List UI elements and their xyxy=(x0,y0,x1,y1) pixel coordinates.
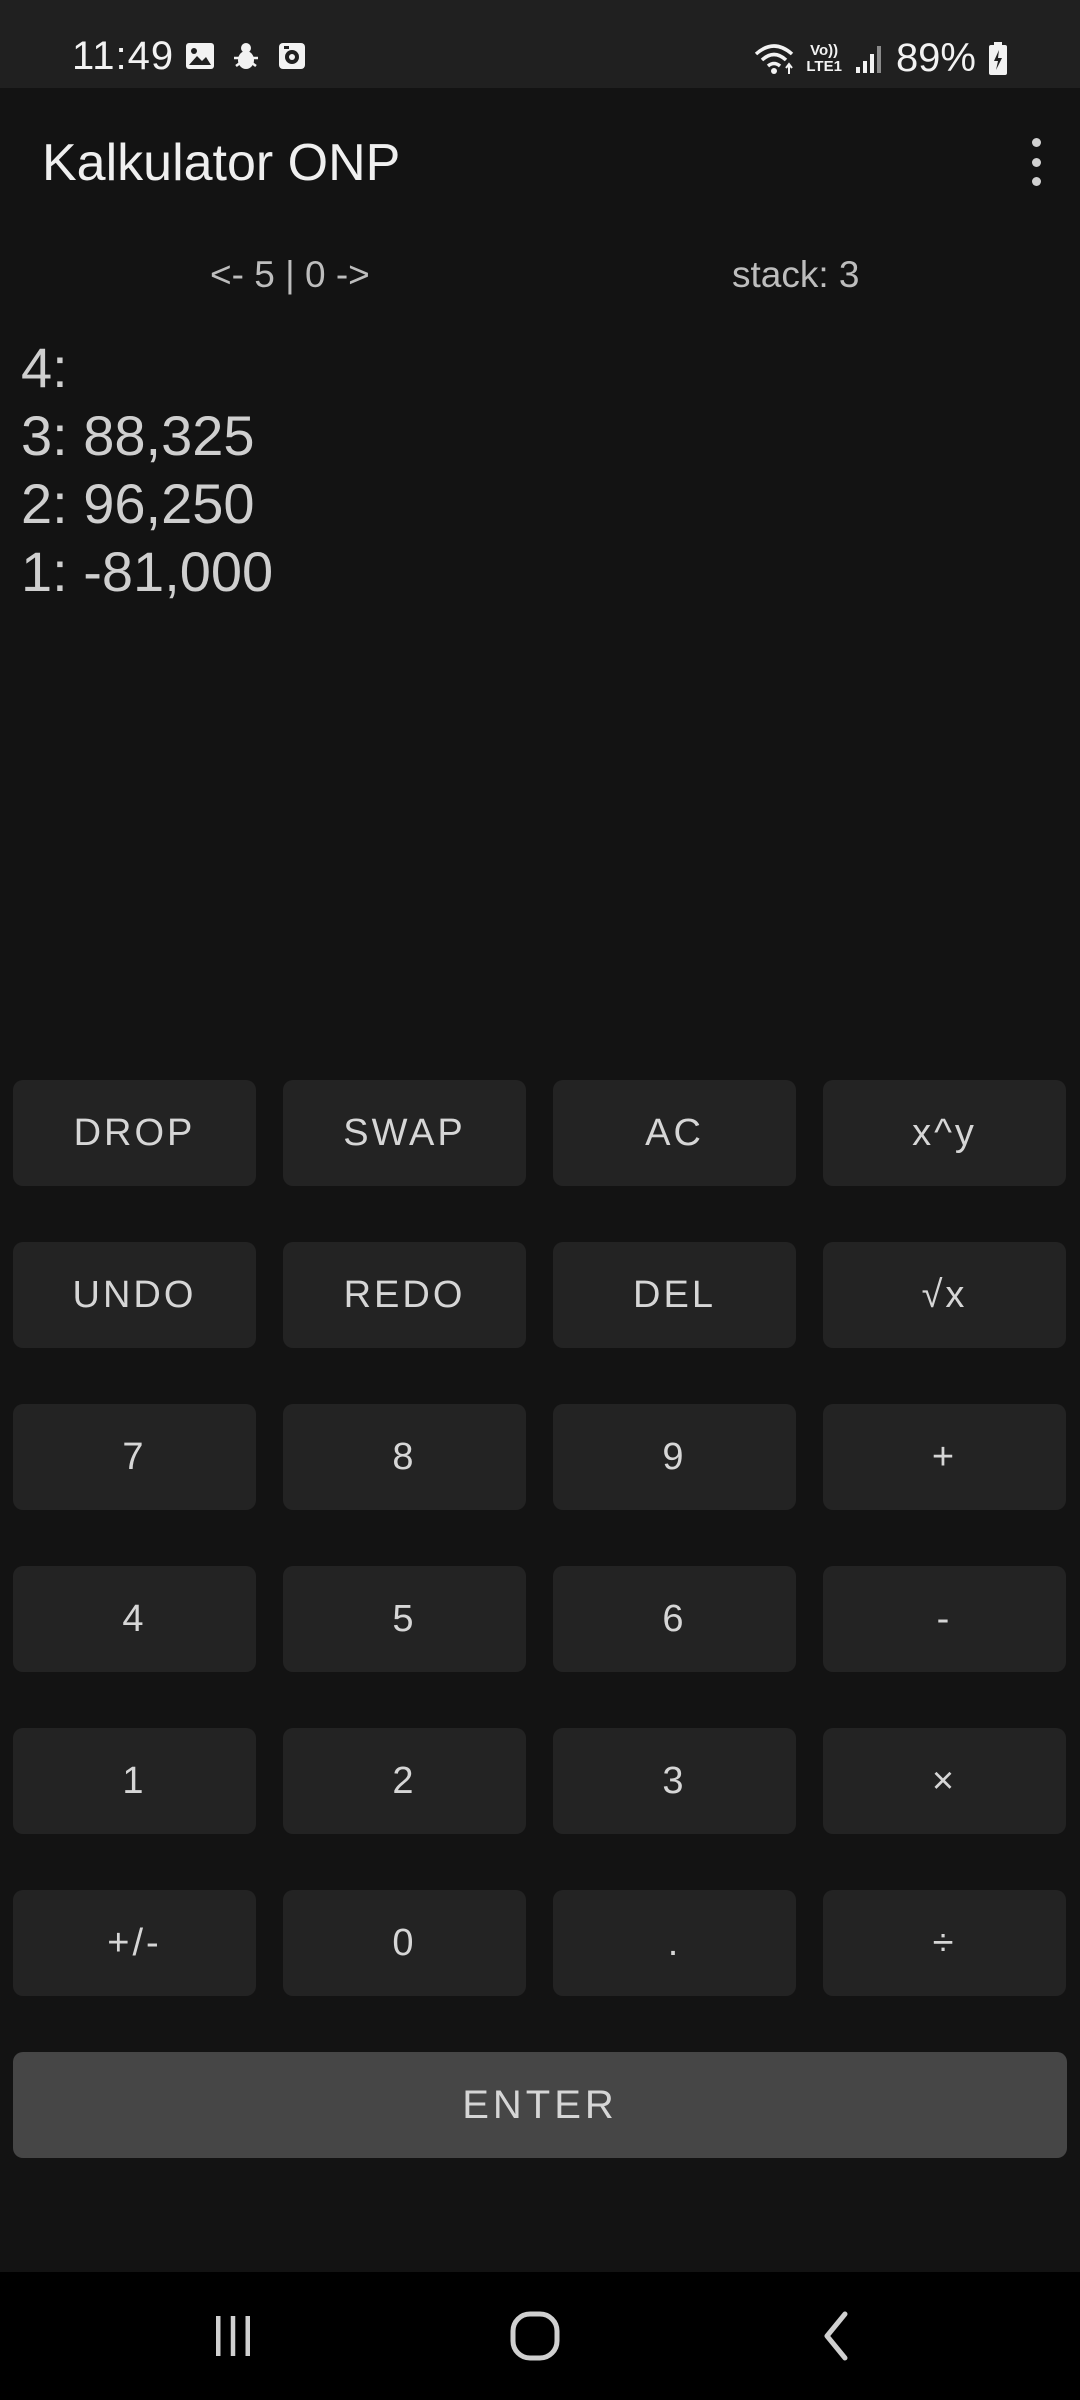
delete-button[interactable]: DEL xyxy=(553,1242,796,1348)
multiply-button[interactable]: × xyxy=(823,1728,1066,1834)
stack-line-1: 1: -81,000 xyxy=(21,540,274,603)
subtract-button[interactable]: - xyxy=(823,1566,1066,1672)
recent-apps-icon[interactable] xyxy=(178,2300,288,2372)
all-clear-button[interactable]: AC xyxy=(553,1080,796,1186)
wifi-icon xyxy=(755,43,794,74)
add-button[interactable]: + xyxy=(823,1404,1066,1510)
stack-line-3: 3: 88,325 xyxy=(21,404,255,467)
undo-button[interactable]: UNDO xyxy=(13,1242,256,1348)
volte-icon: Vo)) LTE1 xyxy=(806,41,842,75)
back-icon[interactable] xyxy=(782,2300,892,2372)
status-bar: 11:49 Vo)) LTE1 89% xyxy=(0,0,1080,88)
digit-5-button[interactable]: 5 xyxy=(283,1566,526,1672)
image-icon xyxy=(186,43,214,69)
digit-9-button[interactable]: 9 xyxy=(553,1404,796,1510)
square-root-button[interactable]: √x xyxy=(823,1242,1066,1348)
media-icon xyxy=(279,43,305,69)
digit-0-button[interactable]: 0 xyxy=(283,1890,526,1996)
home-icon[interactable] xyxy=(480,2300,590,2372)
decimal-point-button[interactable]: . xyxy=(553,1890,796,1996)
system-status-icons: Vo)) LTE1 89% xyxy=(754,36,1008,81)
swap-button[interactable]: SWAP xyxy=(283,1080,526,1186)
battery-charging-icon xyxy=(989,41,1007,75)
battery-percent: 89% xyxy=(895,36,976,80)
divide-button[interactable]: ÷ xyxy=(823,1890,1066,1996)
stack-count: stack: 3 xyxy=(732,254,860,295)
digit-2-button[interactable]: 2 xyxy=(283,1728,526,1834)
more-vert-icon[interactable] xyxy=(1016,132,1056,192)
stack-line-4: 4: xyxy=(21,336,68,399)
history-navigation[interactable]: <- 5 | 0 -> xyxy=(210,254,370,296)
signal-icon xyxy=(855,45,881,73)
app-title: Kalkulator ONP xyxy=(42,134,401,192)
redo-button[interactable]: REDO xyxy=(283,1242,526,1348)
enter-button[interactable]: ENTER xyxy=(13,2052,1067,2158)
digit-6-button[interactable]: 6 xyxy=(553,1566,796,1672)
digit-7-button[interactable]: 7 xyxy=(13,1404,256,1510)
digit-3-button[interactable]: 3 xyxy=(553,1728,796,1834)
stack-display: 4: 3: 88,325 2: 96,250 1: -81,000 xyxy=(21,334,273,606)
power-button[interactable]: x^y xyxy=(823,1080,1066,1186)
app-bar: Kalkulator ONP xyxy=(0,88,1080,238)
navigation-bar xyxy=(0,2272,1080,2400)
digit-8-button[interactable]: 8 xyxy=(283,1404,526,1510)
notification-icons xyxy=(184,40,308,72)
negate-button[interactable]: +/- xyxy=(13,1890,256,1996)
bug-icon xyxy=(234,43,258,69)
drop-button[interactable]: DROP xyxy=(13,1080,256,1186)
stack-line-2: 2: 96,250 xyxy=(21,472,255,535)
digit-1-button[interactable]: 1 xyxy=(13,1728,256,1834)
status-time: 11:49 xyxy=(72,34,175,78)
digit-4-button[interactable]: 4 xyxy=(13,1566,256,1672)
